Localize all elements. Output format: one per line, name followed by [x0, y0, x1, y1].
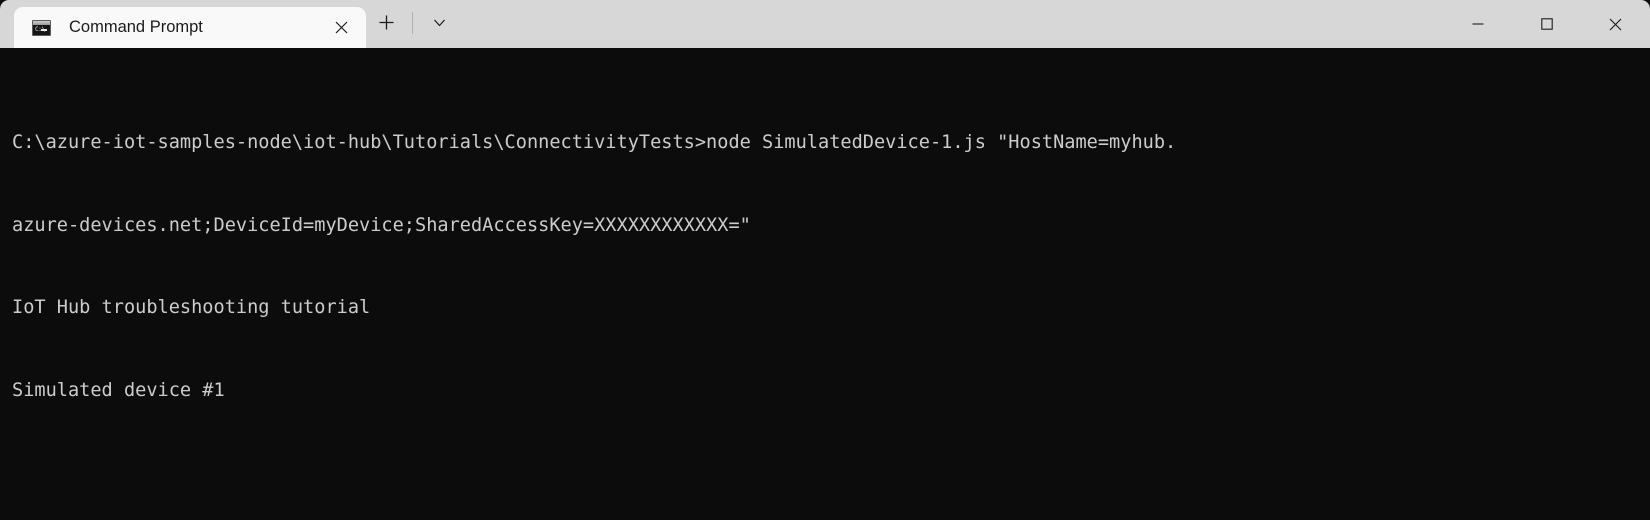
maximize-button[interactable]: [1512, 0, 1581, 48]
terminal-line: azure-devices.net;DeviceId=myDevice;Shar…: [12, 214, 751, 236]
tab-label: Command Prompt: [69, 18, 203, 36]
tab-command-prompt[interactable]: C:\ Command Prompt: [14, 7, 366, 48]
tabbar-divider: [412, 11, 413, 34]
terminal-line: Simulated device #1: [12, 379, 225, 401]
window-caption-buttons: [1443, 0, 1650, 48]
chevron-down-icon[interactable]: [419, 5, 459, 41]
tabbar-actions: [366, 0, 459, 48]
terminal-text: C:\azure-iot-samples-node\iot-hub\Tutori…: [12, 74, 1650, 520]
close-button[interactable]: [1581, 0, 1650, 48]
minimize-button[interactable]: [1443, 0, 1512, 48]
window-drag-region: [459, 0, 1443, 48]
terminal-window: C:\ Command Prompt C:\azure-iot-samples-…: [0, 0, 1650, 520]
titlebar: C:\ Command Prompt: [0, 0, 1650, 48]
new-tab-button[interactable]: [366, 5, 406, 41]
tab-strip: C:\ Command Prompt: [0, 0, 366, 48]
tab-close-icon[interactable]: [326, 13, 356, 43]
terminal-line: C:\azure-iot-samples-node\iot-hub\Tutori…: [12, 132, 1177, 153]
terminal-line: IoT Hub troubleshooting tutorial: [12, 297, 371, 318]
command-prompt-icon: C:\: [32, 19, 51, 36]
terminal-output-pane[interactable]: C:\azure-iot-samples-node\iot-hub\Tutori…: [0, 48, 1650, 520]
